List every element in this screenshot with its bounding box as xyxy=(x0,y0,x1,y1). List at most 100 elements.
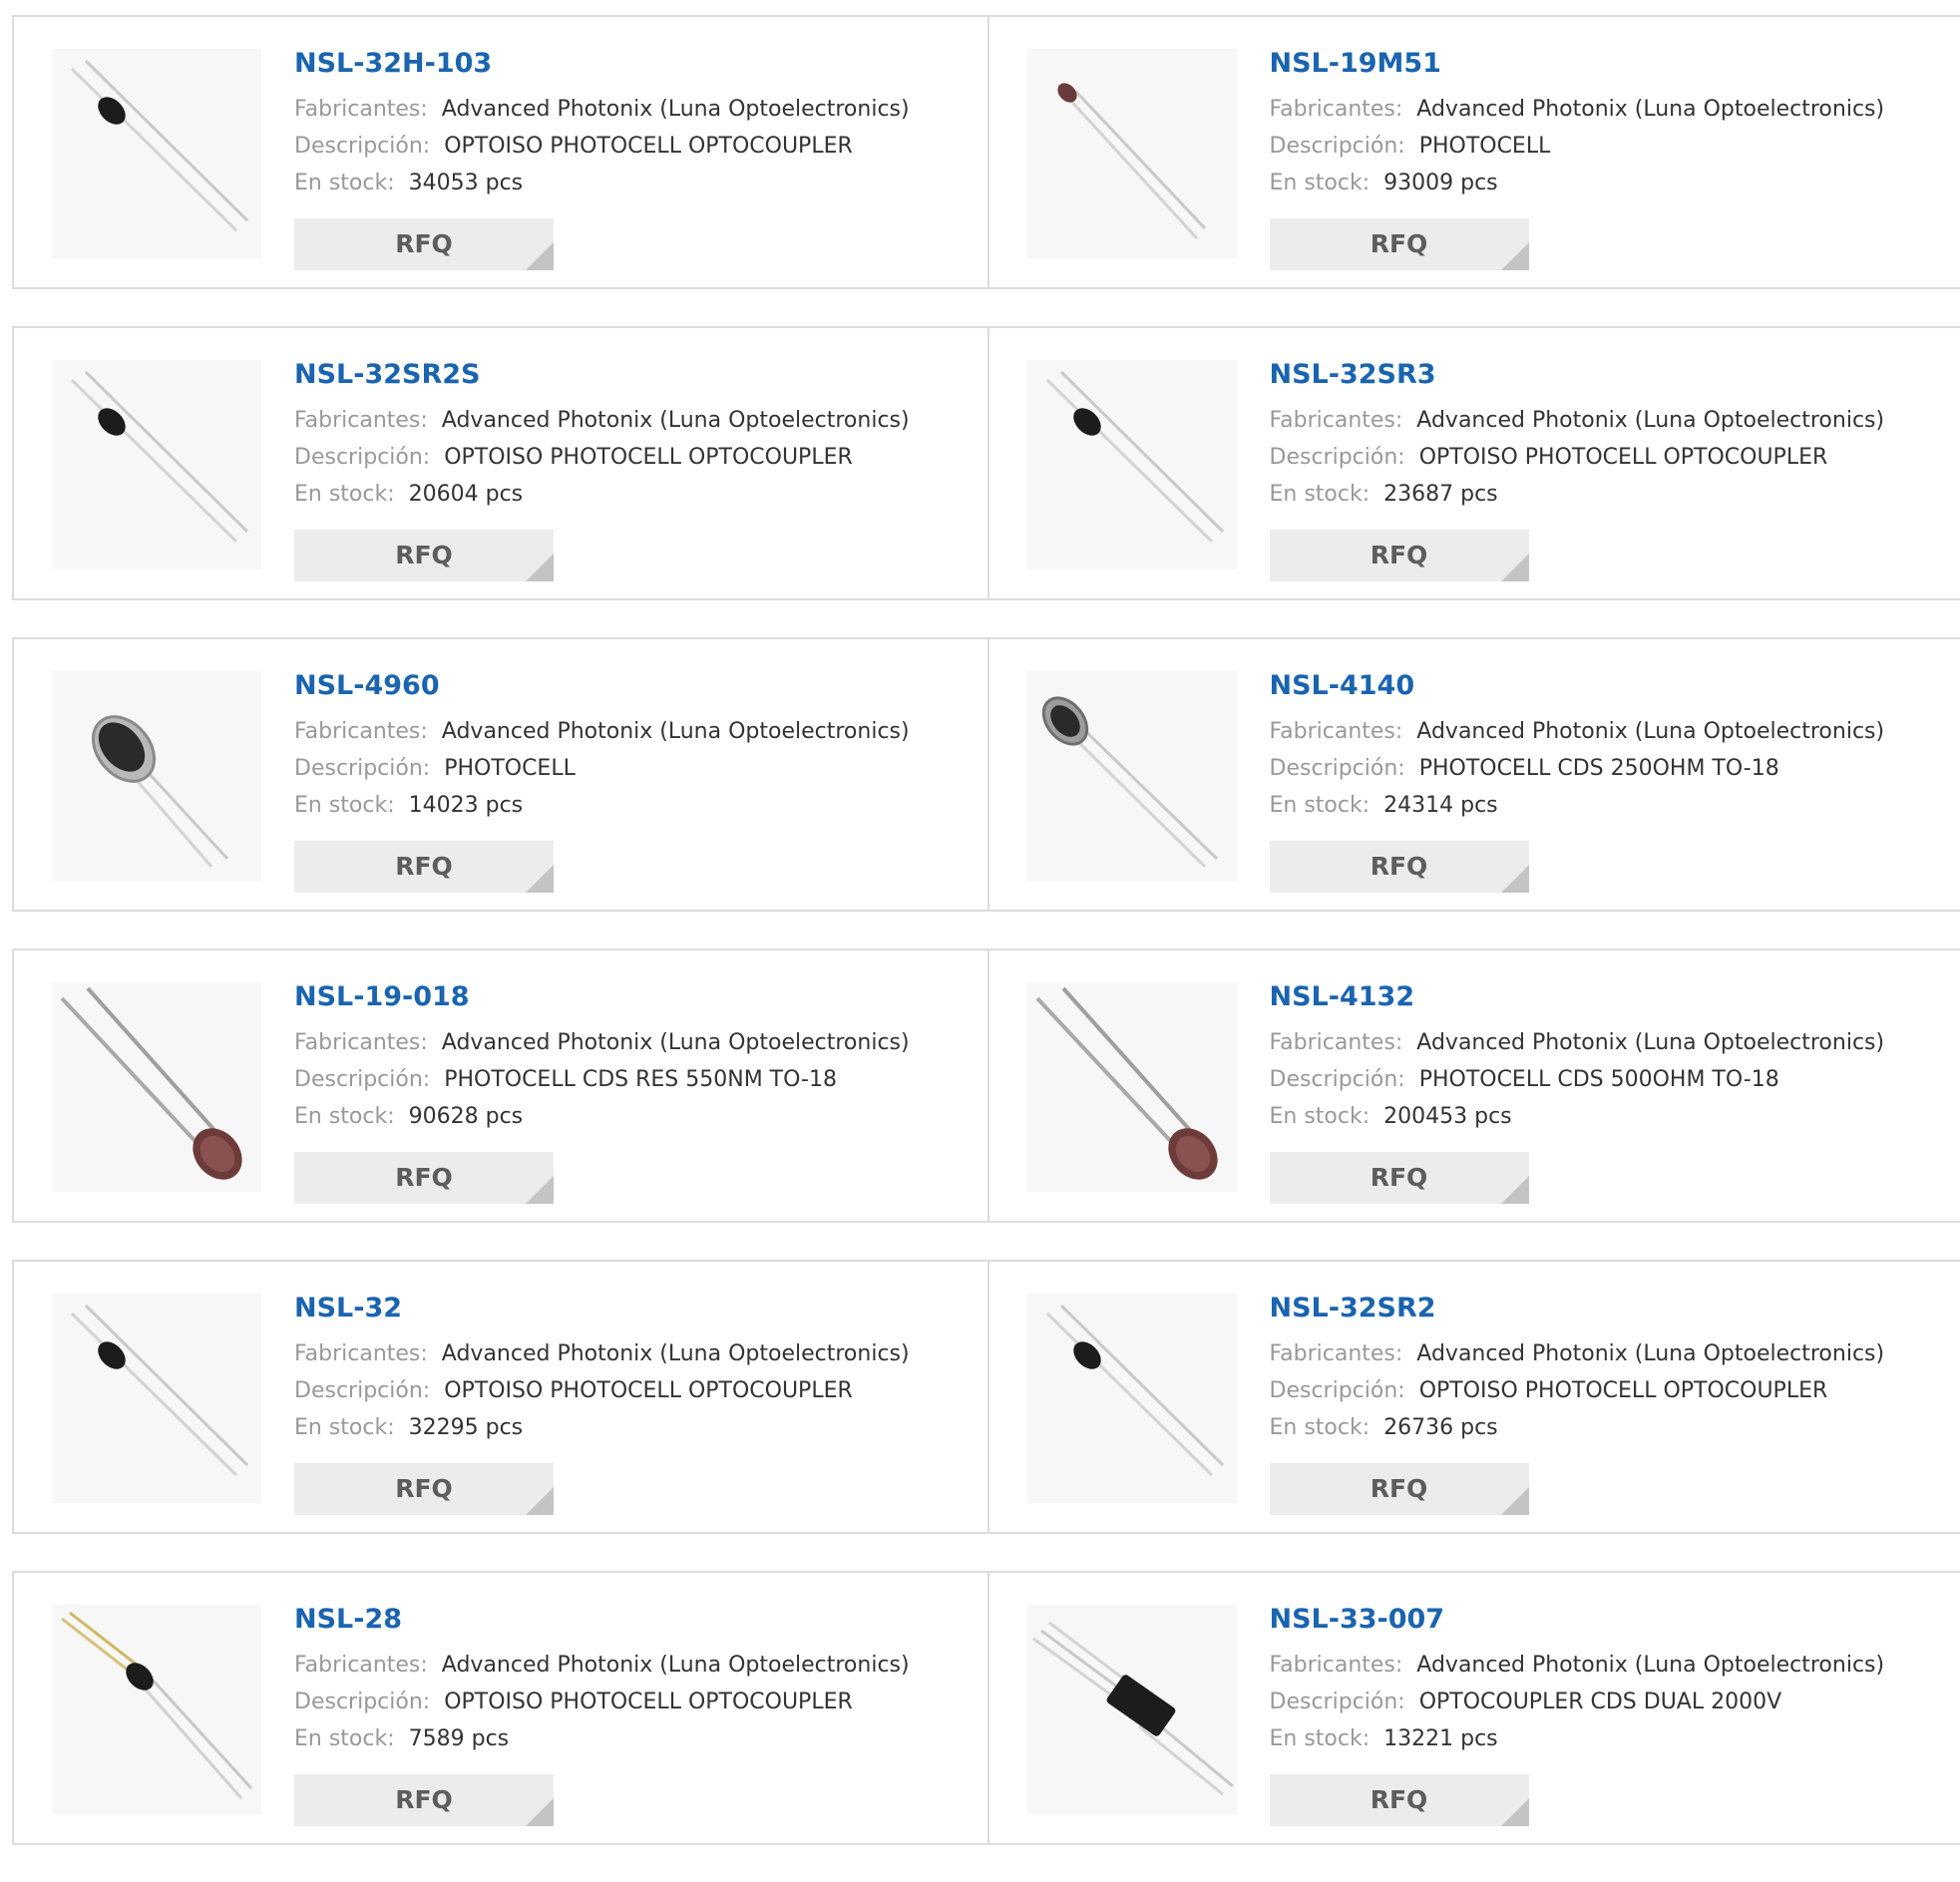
rfq-button[interactable]: RFQ xyxy=(1270,218,1529,270)
product-info: NSL-32SR3 Fabricantes:Advanced Photonix (… xyxy=(1270,358,1885,581)
corner-triangle-icon xyxy=(526,242,554,270)
description-value: PHOTOCELL CDS RES 550NM TO-18 xyxy=(444,1067,837,1092)
stock-label: En stock: xyxy=(1270,482,1371,507)
rfq-button[interactable]: RFQ xyxy=(1270,1774,1529,1826)
description-label: Descripción: xyxy=(294,1690,430,1714)
description-label: Descripción: xyxy=(294,1378,430,1403)
rfq-label: RFQ xyxy=(1371,1163,1428,1192)
rfq-label: RFQ xyxy=(1371,1474,1428,1503)
rfq-label: RFQ xyxy=(1371,852,1428,881)
description-row: Descripción:PHOTOCELL xyxy=(1270,128,1885,165)
stock-row: En stock:14023 pcs xyxy=(294,787,910,824)
part-number-link[interactable]: NSL-33-007 xyxy=(1270,1603,1885,1637)
product-image[interactable] xyxy=(52,360,261,569)
product-info: NSL-4140 Fabricantes:Advanced Photonix (L… xyxy=(1270,669,1885,893)
manufacturer-label: Fabricantes: xyxy=(1270,1653,1403,1678)
stock-row: En stock: 13221 pcs xyxy=(1270,1720,1885,1757)
product-image[interactable] xyxy=(1027,982,1237,1192)
product-image[interactable] xyxy=(52,49,261,258)
product-card: NSL-19M51 Fabricantes:Advanced Photonix (… xyxy=(987,17,1960,287)
product-card: NSL-28Fabricantes:Advanced Photonix (Lun… xyxy=(14,1573,987,1843)
manufacturer-value: Advanced Photonix (Luna Optoelectronics) xyxy=(442,1341,910,1366)
description-label: Descripción: xyxy=(1270,1690,1405,1714)
product-image[interactable] xyxy=(1027,671,1237,881)
part-number-link[interactable]: NSL-4960 xyxy=(294,669,910,703)
product-row: NSL-32Fabricantes:Advanced Photonix (Lun… xyxy=(12,1260,1960,1534)
part-number-link[interactable]: NSL-32SR2 xyxy=(1270,1292,1885,1325)
part-number-link[interactable]: NSL-4140 xyxy=(1270,669,1885,703)
stock-row: En stock:26736 pcs xyxy=(1270,1409,1885,1446)
rfq-button[interactable]: RFQ xyxy=(294,841,554,893)
product-image[interactable] xyxy=(1027,360,1237,569)
optoisolator-icon xyxy=(52,49,261,258)
description-label: Descripción: xyxy=(294,756,430,781)
manufacturer-value: Advanced Photonix (Luna Optoelectronics) xyxy=(1416,408,1884,433)
product-image[interactable] xyxy=(52,1605,261,1814)
product-row: NSL-32H-103 Fabricantes:Advanced Photonix… xyxy=(12,15,1960,289)
stock-row: En stock:23687 pcs xyxy=(1270,476,1885,513)
photocell-cds-icon xyxy=(52,982,261,1192)
manufacturer-row: Fabricantes:Advanced Photonix (Luna Opto… xyxy=(1270,713,1885,750)
description-label: Descripción: xyxy=(1270,1067,1405,1092)
manufacturer-row: Fabricantes:Advanced Photonix (Luna Opto… xyxy=(1270,91,1885,128)
manufacturer-row: Fabricantes:Advanced Photonix (Luna Opto… xyxy=(294,402,910,439)
description-label: Descripción: xyxy=(1270,445,1405,470)
part-number-link[interactable]: NSL-32H-103 xyxy=(294,47,910,81)
rfq-label: RFQ xyxy=(395,1785,453,1814)
stock-label: En stock: xyxy=(294,171,395,195)
rfq-button[interactable]: RFQ xyxy=(1270,1463,1529,1515)
rfq-button[interactable]: RFQ xyxy=(1270,530,1529,581)
manufacturer-label: Fabricantes: xyxy=(294,1653,428,1678)
product-info: NSL-32H-103Fabricantes:Advanced Photonix… xyxy=(294,47,910,270)
stock-label: En stock: xyxy=(1270,1726,1371,1751)
part-number-link[interactable]: NSL-4132 xyxy=(1270,980,1885,1014)
part-number-link[interactable]: NSL-19-018 xyxy=(294,980,910,1014)
description-value: PHOTOCELL CDS 500OHM TO-18 xyxy=(1419,1067,1779,1092)
stock-row: En stock:20604 pcs xyxy=(294,476,910,513)
stock-row: En stock:7589 pcs xyxy=(294,1720,910,1757)
description-value: OPTOISO PHOTOCELL OPTOCOUPLER xyxy=(1419,1378,1828,1403)
rfq-button[interactable]: RFQ xyxy=(294,530,554,581)
product-image[interactable] xyxy=(52,671,261,881)
rfq-label: RFQ xyxy=(395,541,453,569)
manufacturer-label: Fabricantes: xyxy=(294,1030,428,1055)
product-image[interactable] xyxy=(52,1294,261,1503)
rfq-button[interactable]: RFQ xyxy=(294,218,554,270)
rfq-button[interactable]: RFQ xyxy=(1270,1152,1529,1204)
description-row: Descripción:OPTOISO PHOTOCELL OPTOCOUPLE… xyxy=(1270,439,1885,476)
stock-label: En stock: xyxy=(1270,793,1371,818)
description-value: PHOTOCELL CDS 250OHM TO-18 xyxy=(1419,756,1779,781)
description-row: Descripción: PHOTOCELL CDS 500OHM TO-18 xyxy=(1270,1061,1885,1098)
stock-value: 90628 pcs xyxy=(409,1104,524,1129)
manufacturer-value: Advanced Photonix (Luna Optoelectronics) xyxy=(442,719,910,744)
product-card: NSL-32SR2S Fabricantes:Advanced Photonix … xyxy=(14,328,987,598)
stock-label: En stock: xyxy=(294,1415,395,1440)
part-number-link[interactable]: NSL-19M51 xyxy=(1270,47,1885,81)
product-info: NSL-19M51 Fabricantes:Advanced Photonix (… xyxy=(1270,47,1885,270)
stock-row: En stock:90628 pcs xyxy=(294,1098,910,1135)
manufacturer-row: Fabricantes:Advanced Photonix (Luna Opto… xyxy=(1270,1647,1885,1684)
rfq-label: RFQ xyxy=(395,229,453,258)
product-image[interactable] xyxy=(1027,49,1237,258)
corner-triangle-icon xyxy=(526,554,554,581)
stock-value: 13221 pcs xyxy=(1383,1726,1498,1751)
product-image[interactable] xyxy=(1027,1294,1237,1503)
product-image[interactable] xyxy=(52,982,261,1192)
rfq-label: RFQ xyxy=(395,1163,453,1192)
part-number-link[interactable]: NSL-32SR2S xyxy=(294,358,910,392)
rfq-button[interactable]: RFQ xyxy=(294,1774,554,1826)
product-info: NSL-32Fabricantes:Advanced Photonix (Lun… xyxy=(294,1292,910,1515)
rfq-button[interactable]: RFQ xyxy=(294,1152,554,1204)
description-row: Descripción:OPTOCOUPLER CDS DUAL 2000V xyxy=(1270,1684,1885,1720)
part-number-link[interactable]: NSL-32 xyxy=(294,1292,910,1325)
product-row: NSL-4960 Fabricantes:Advanced Photonix (L… xyxy=(12,637,1960,912)
rfq-button[interactable]: RFQ xyxy=(1270,841,1529,893)
product-image[interactable] xyxy=(1027,1605,1237,1814)
rfq-button[interactable]: RFQ xyxy=(294,1463,554,1515)
manufacturer-row: Fabricantes:Advanced Photonix (Luna Opto… xyxy=(1270,402,1885,439)
manufacturer-value: Advanced Photonix (Luna Optoelectronics) xyxy=(1416,1030,1884,1055)
description-row: Descripción:PHOTOCELL CDS 250OHM TO-18 xyxy=(1270,750,1885,787)
part-number-link[interactable]: NSL-32SR3 xyxy=(1270,358,1885,392)
description-value: PHOTOCELL xyxy=(1419,134,1551,159)
part-number-link[interactable]: NSL-28 xyxy=(294,1603,910,1637)
